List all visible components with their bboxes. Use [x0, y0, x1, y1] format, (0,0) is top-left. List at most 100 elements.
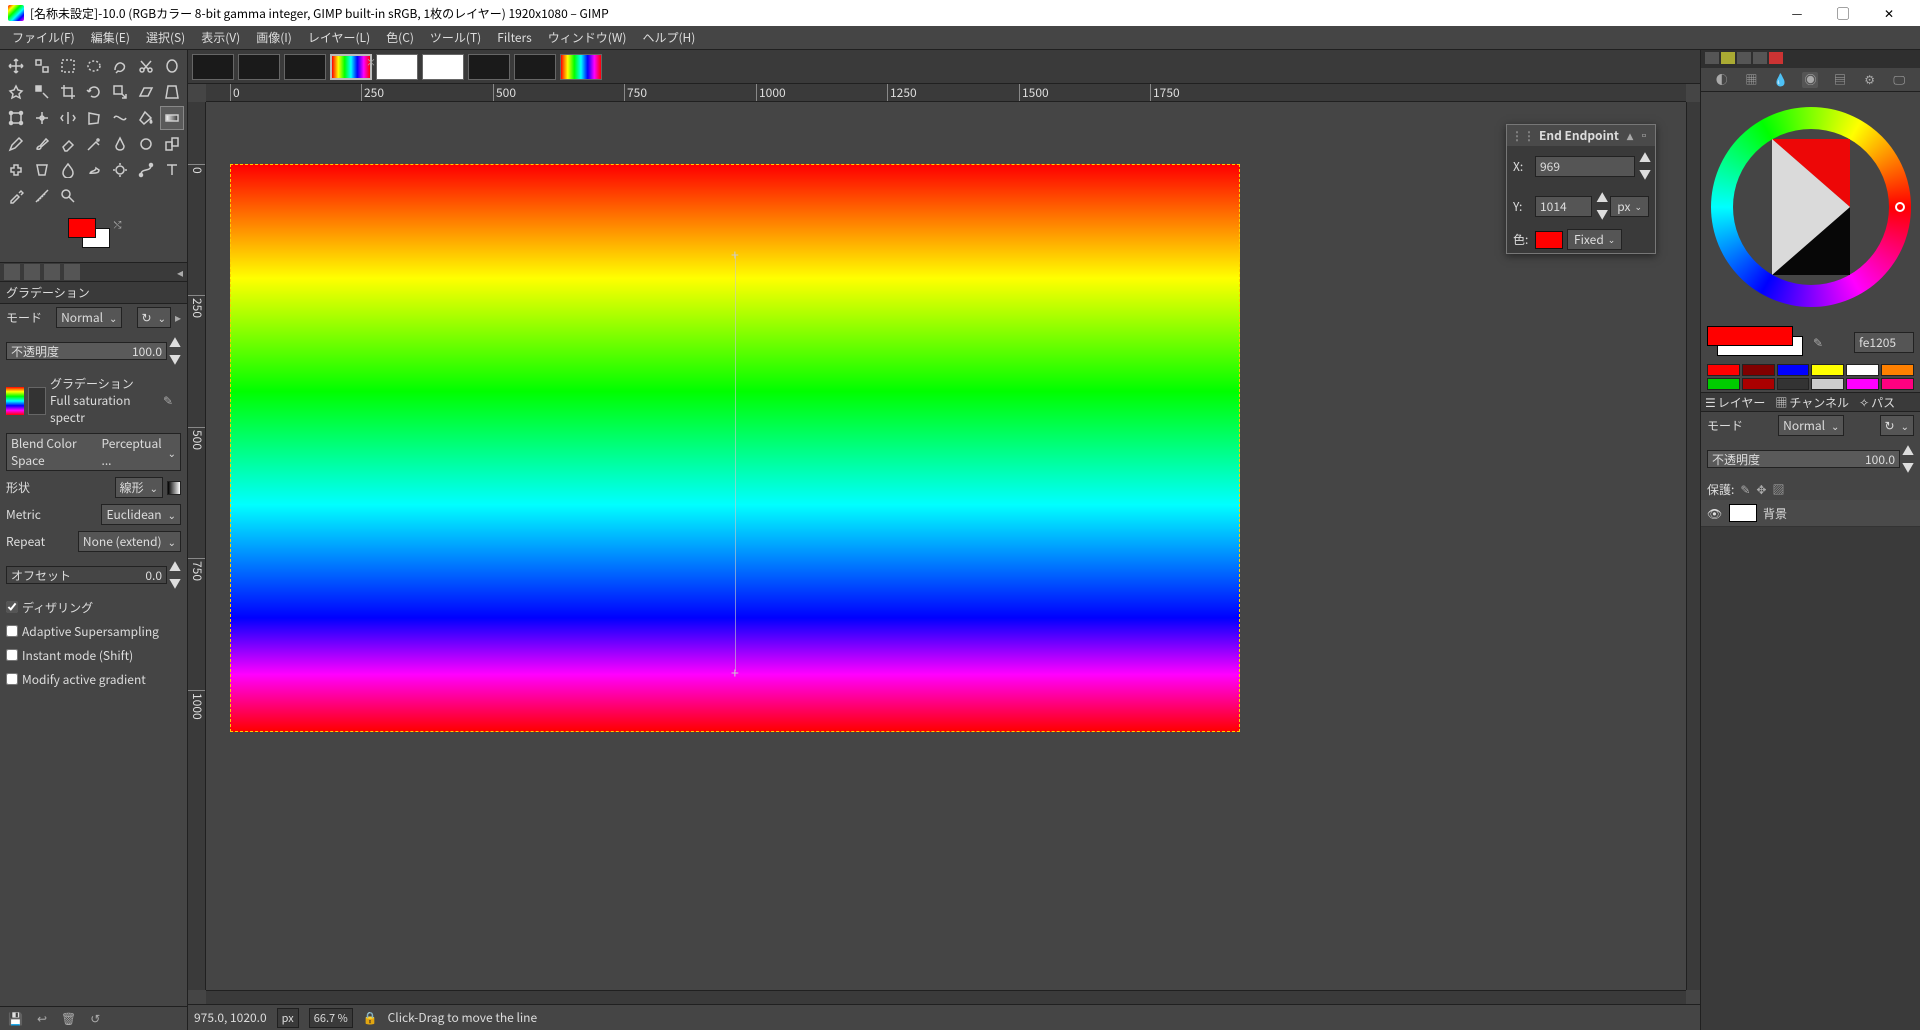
- tool-flip[interactable]: [56, 106, 80, 130]
- gradient-handle-line[interactable]: [735, 255, 736, 671]
- close-tab-icon[interactable]: ×: [366, 54, 376, 69]
- tool-by-color[interactable]: [30, 80, 54, 104]
- tool-pencil[interactable]: [4, 132, 28, 156]
- swatch[interactable]: [1777, 364, 1810, 376]
- lock-position-icon[interactable]: ✥: [1756, 481, 1766, 498]
- save-preset-icon[interactable]: 💾: [8, 1010, 23, 1027]
- mode-menu-icon[interactable]: ▸: [175, 309, 181, 326]
- dock-tab[interactable]: [1705, 52, 1719, 64]
- picker-cmyk-icon[interactable]: ▦: [1743, 72, 1759, 88]
- tool-rotate[interactable]: [82, 80, 106, 104]
- tool-zoom[interactable]: [56, 184, 80, 208]
- tool-blur[interactable]: [56, 158, 80, 182]
- endpoint-color-swatch[interactable]: [1535, 231, 1563, 249]
- fg-color-swatch[interactable]: [68, 218, 96, 238]
- picker-wheel-icon[interactable]: ◉: [1802, 72, 1818, 88]
- maximize-button[interactable]: ▢: [1820, 0, 1866, 26]
- tool-mypaint[interactable]: [134, 132, 158, 156]
- gradient-preview[interactable]: [6, 387, 24, 415]
- tab-paths[interactable]: ✧パス: [1859, 394, 1895, 411]
- tab-device-status[interactable]: [24, 264, 40, 280]
- y-input[interactable]: 1014: [1535, 196, 1592, 217]
- picker-screen-icon[interactable]: 🖵: [1891, 72, 1907, 88]
- layer-opacity-slider[interactable]: 不透明度 100.0: [1707, 450, 1900, 468]
- tool-fuzzy-select[interactable]: [4, 80, 28, 104]
- tool-path[interactable]: [134, 158, 158, 182]
- swatch[interactable]: [1777, 378, 1810, 390]
- menu-colors[interactable]: 色(C): [378, 27, 422, 48]
- repeat-dropdown[interactable]: None (extend): [78, 531, 181, 552]
- hex-input[interactable]: [1854, 332, 1914, 353]
- tool-align[interactable]: [30, 54, 54, 78]
- tool-eraser[interactable]: [56, 132, 80, 156]
- offset-slider[interactable]: オフセット 0.0: [6, 566, 167, 584]
- tool-scale[interactable]: [108, 80, 132, 104]
- ruler-horizontal[interactable]: 0 250 500 750 1000 1250 1500 1750: [206, 84, 1686, 102]
- tool-rect-select[interactable]: [56, 54, 80, 78]
- blend-space-dropdown[interactable]: Blend Color Space Perceptual ...: [6, 433, 181, 471]
- menu-select[interactable]: 選択(S): [138, 27, 193, 48]
- swatch[interactable]: [1881, 378, 1914, 390]
- tool-heal[interactable]: [4, 158, 28, 182]
- visibility-icon[interactable]: 👁: [1707, 505, 1723, 522]
- panel-close-icon[interactable]: ▫: [1637, 127, 1651, 144]
- shape-dropdown[interactable]: 線形: [115, 477, 163, 498]
- tool-shear[interactable]: [134, 80, 158, 104]
- tool-ink[interactable]: [108, 132, 132, 156]
- swatch[interactable]: [1811, 378, 1844, 390]
- swatch[interactable]: [1846, 378, 1879, 390]
- fg-color-large[interactable]: [1707, 326, 1793, 346]
- tool-perspective[interactable]: [160, 80, 184, 104]
- modify-checkbox[interactable]: [6, 673, 18, 685]
- image-tab[interactable]: [514, 54, 556, 80]
- panel-detach-icon[interactable]: ▴: [1623, 127, 1637, 144]
- dock-menu-icon[interactable]: ◂: [177, 264, 183, 281]
- swatch[interactable]: [1881, 364, 1914, 376]
- image-tab[interactable]: [560, 54, 602, 80]
- tool-free-select[interactable]: [108, 54, 132, 78]
- canvas-area[interactable]: ⋮⋮ End Endpoint ▴ ▫ X: 969 ▲▼ Y: 1014: [206, 102, 1686, 990]
- fg-bg-colors[interactable]: ⤭: [64, 216, 124, 258]
- menu-file[interactable]: ファイル(F): [4, 27, 83, 48]
- layer-item[interactable]: 👁 背景: [1701, 500, 1920, 527]
- tool-handle-transform[interactable]: [30, 106, 54, 130]
- lock-pixels-icon[interactable]: ✎: [1740, 481, 1750, 498]
- lock-alpha-icon[interactable]: ▨: [1772, 481, 1784, 498]
- restore-preset-icon[interactable]: ↩: [37, 1010, 47, 1027]
- tool-color-picker[interactable]: [4, 184, 28, 208]
- tool-warp[interactable]: [108, 106, 132, 130]
- menu-view[interactable]: 表示(V): [193, 27, 248, 48]
- gradient-edit-icon[interactable]: ✎: [163, 392, 181, 410]
- x-spinner[interactable]: ▲▼: [1639, 149, 1649, 183]
- ruler-vertical[interactable]: 0 250 500 750 1000: [188, 102, 206, 990]
- tab-tool-options[interactable]: [4, 264, 20, 280]
- layer-thumbnail[interactable]: [1729, 504, 1757, 522]
- tool-crop[interactable]: [56, 80, 80, 104]
- tool-smudge[interactable]: [82, 158, 106, 182]
- unit-dropdown[interactable]: px: [1610, 196, 1649, 217]
- dock-tab[interactable]: [1753, 52, 1767, 64]
- menu-tools[interactable]: ツール(T): [422, 27, 489, 48]
- swatch[interactable]: [1846, 364, 1879, 376]
- opacity-spinner[interactable]: ▲▼: [169, 334, 181, 368]
- offset-spinner[interactable]: ▲▼: [169, 558, 181, 592]
- tool-scissors[interactable]: [134, 54, 158, 78]
- y-spinner[interactable]: ▲▼: [1596, 189, 1606, 223]
- layer-opacity-spinner[interactable]: ▲▼: [1902, 442, 1914, 476]
- tool-measure[interactable]: [30, 184, 54, 208]
- image-tab[interactable]: [238, 54, 280, 80]
- dock-tab[interactable]: [1737, 52, 1751, 64]
- minimize-button[interactable]: —: [1774, 0, 1820, 26]
- color-edit-icon[interactable]: ✎: [1813, 334, 1823, 351]
- gradient-reverse-toggle[interactable]: [28, 387, 46, 415]
- scrollbar-horizontal[interactable]: [206, 990, 1686, 1004]
- reset-options-icon[interactable]: ↺: [90, 1010, 100, 1027]
- color-mode-dropdown[interactable]: Fixed: [1567, 229, 1622, 250]
- x-input[interactable]: 969: [1535, 156, 1635, 177]
- menu-layer[interactable]: レイヤー(L): [300, 27, 378, 48]
- tool-text[interactable]: [160, 158, 184, 182]
- picker-gimp-icon[interactable]: ◐: [1714, 72, 1730, 88]
- swatch[interactable]: [1707, 364, 1740, 376]
- canvas[interactable]: [230, 164, 1240, 732]
- dock-tab[interactable]: [1769, 52, 1783, 64]
